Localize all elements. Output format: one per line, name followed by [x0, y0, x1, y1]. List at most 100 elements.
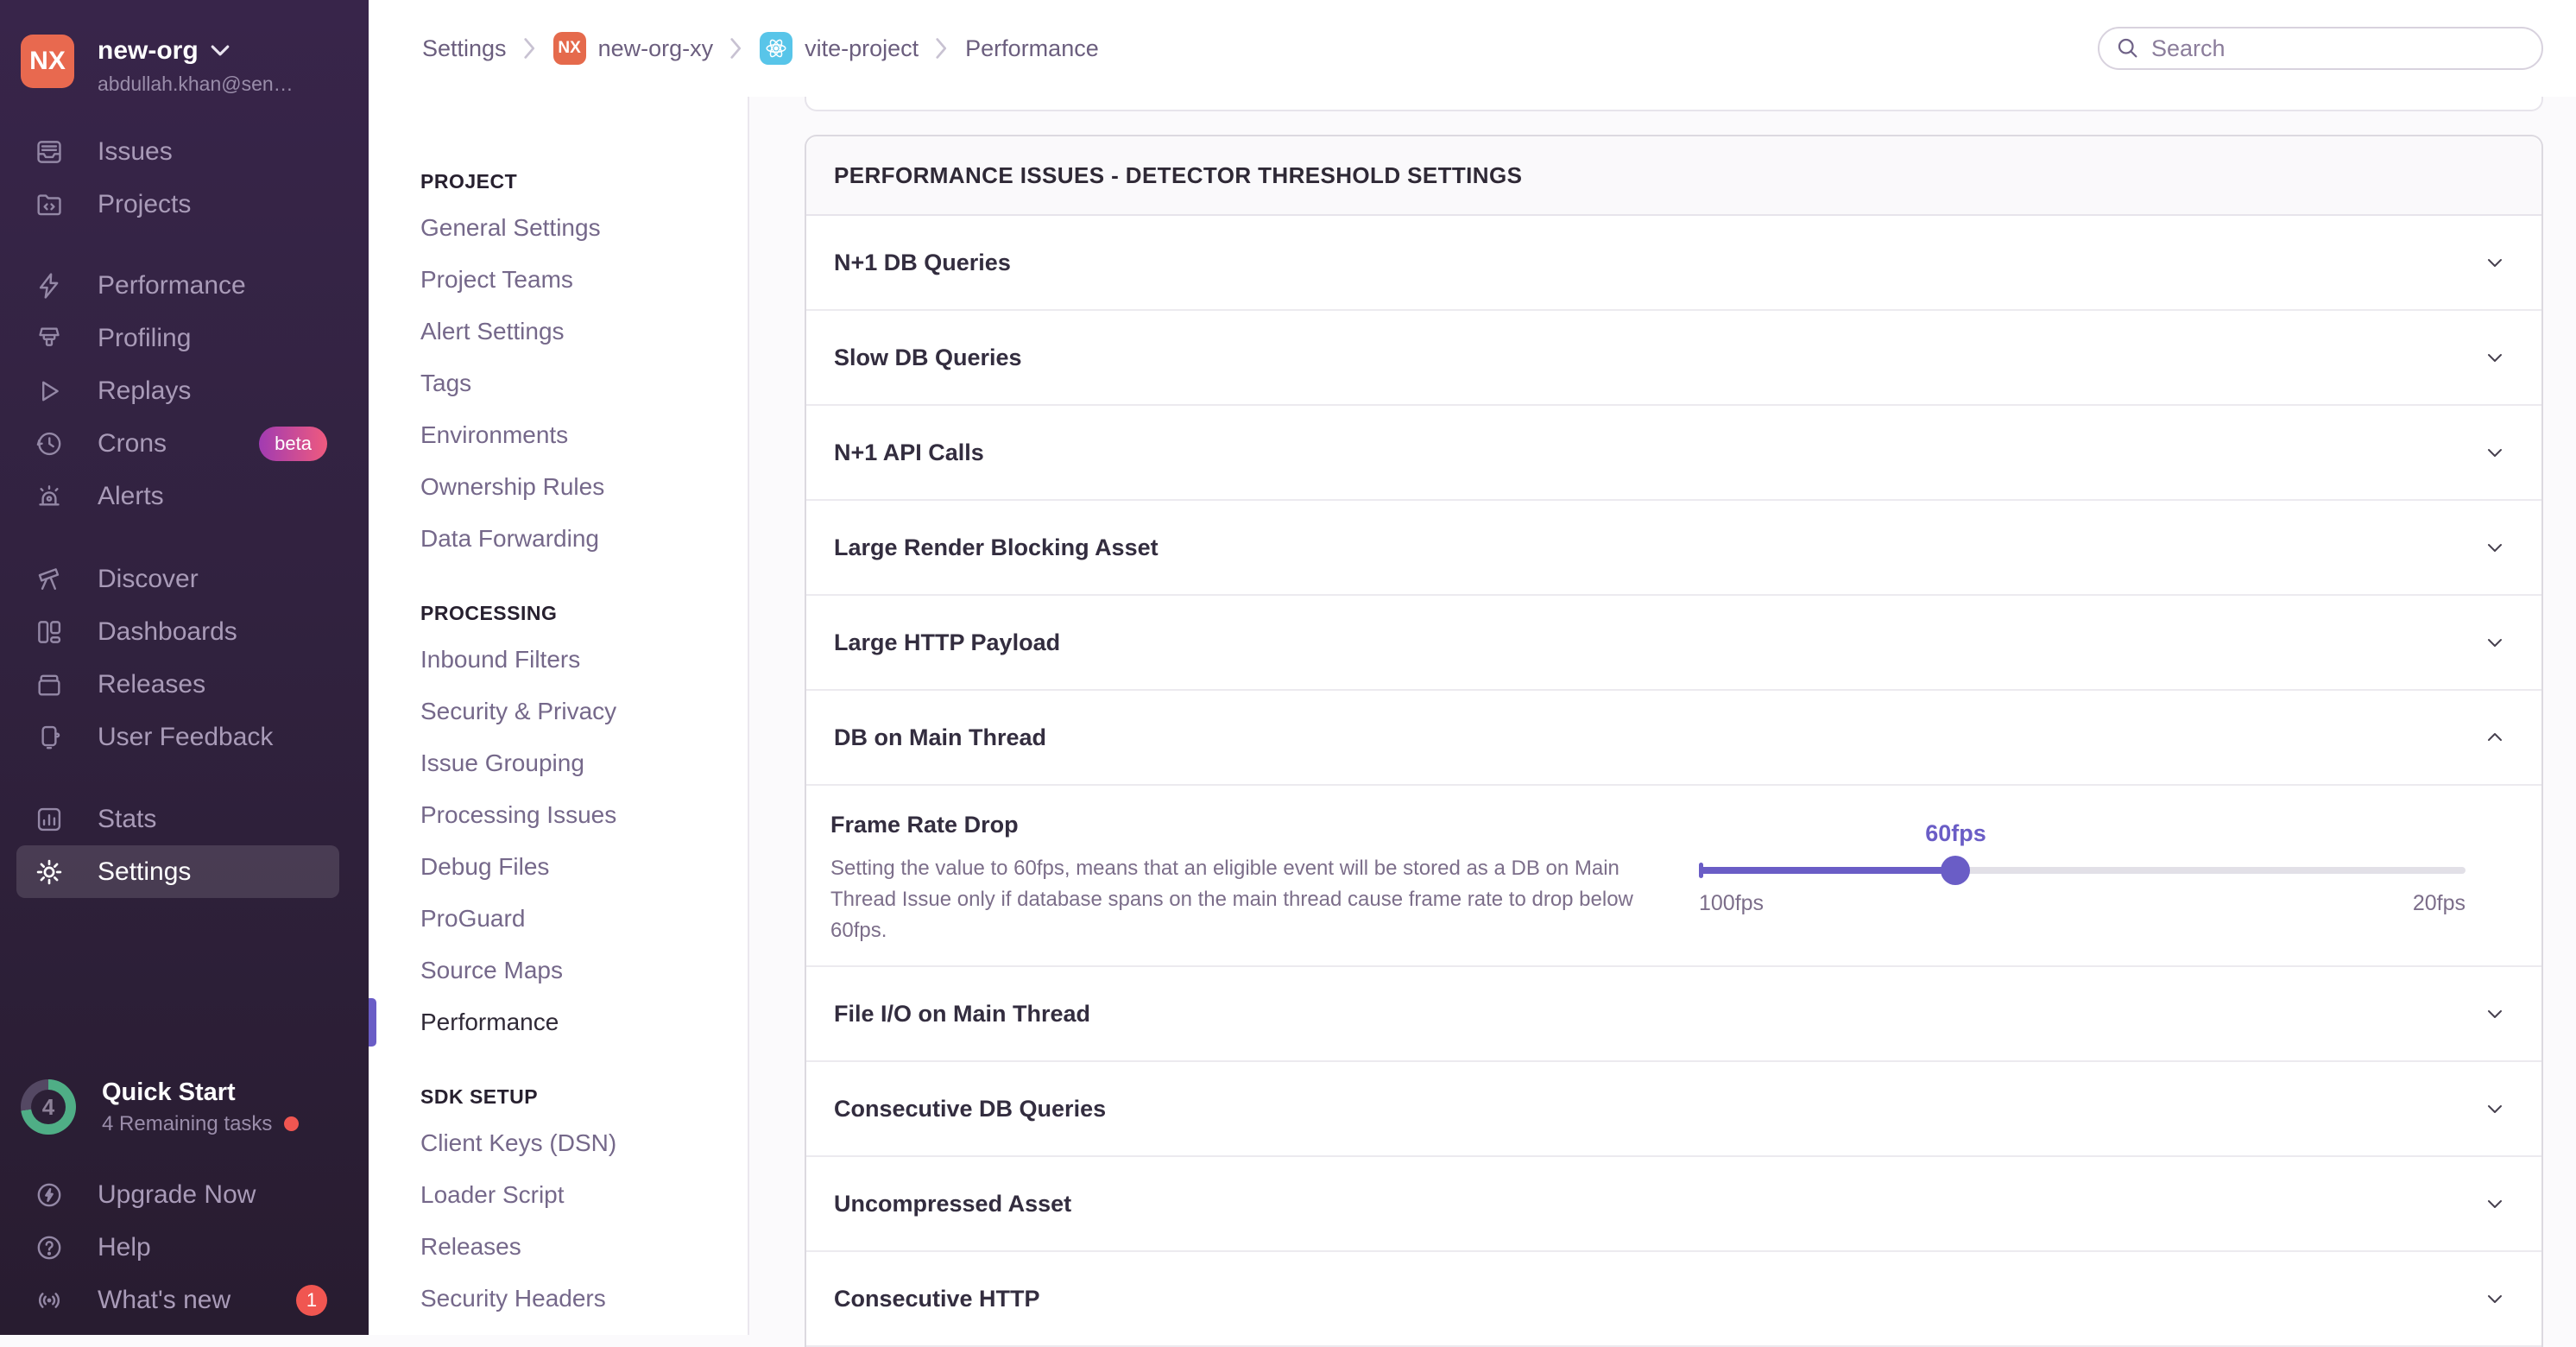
nav-item-releases[interactable]: Releases	[420, 1221, 748, 1273]
sidebar-item-alerts[interactable]: Alerts	[16, 470, 339, 522]
detector-row-large-http-payload[interactable]: Large HTTP Payload	[806, 596, 2541, 691]
nav-item-proguard[interactable]: ProGuard	[420, 893, 748, 945]
nav-item-ownership-rules[interactable]: Ownership Rules	[420, 461, 748, 513]
breadcrumb-org-label: new-org-xy	[598, 35, 714, 62]
chevron-down-icon	[2481, 1000, 2509, 1028]
slider-start-cap	[1699, 863, 1703, 878]
nav-item-loader-script[interactable]: Loader Script	[420, 1169, 748, 1221]
sidebar-item-upgrade-now[interactable]: Upgrade Now	[16, 1168, 339, 1221]
sidebar-item-user-feedback[interactable]: User Feedback	[16, 711, 339, 763]
whats-new-badge: 1	[296, 1285, 327, 1316]
sidebar-item-profiling[interactable]: Profiling	[16, 312, 339, 364]
org-name: new-org	[98, 36, 199, 66]
detector-threshold-panel: PERFORMANCE ISSUES - DETECTOR THRESHOLD …	[805, 135, 2543, 1347]
detector-row-file-io-on-main-thread[interactable]: File I/O on Main Thread	[806, 967, 2541, 1062]
nav-item-security-privacy[interactable]: Security & Privacy	[420, 686, 748, 737]
detector-row-label: N+1 API Calls	[834, 440, 984, 466]
chevron-up-icon	[2481, 724, 2509, 751]
profiling-icon	[32, 324, 66, 353]
broadcast-icon	[32, 1286, 66, 1315]
sidebar-item-replays[interactable]: Replays	[16, 364, 339, 417]
slider-fill	[1699, 867, 1955, 874]
react-project-icon	[760, 32, 792, 65]
sidebar-item-performance[interactable]: Performance	[16, 259, 339, 312]
detector-row-consecutive-db-queries[interactable]: Consecutive DB Queries	[806, 1062, 2541, 1157]
quick-start-panel[interactable]: 4 Quick Start 4 Remaining tasks	[0, 1068, 369, 1146]
detector-row-db-on-main-thread[interactable]: DB on Main Thread	[806, 691, 2541, 786]
nav-item-performance[interactable]: Performance	[420, 996, 748, 1048]
chevron-down-icon	[211, 45, 230, 57]
breadcrumb-performance: Performance	[965, 35, 1099, 62]
slider-thumb[interactable]	[1941, 856, 1970, 885]
quick-start-count: 4	[31, 1090, 66, 1124]
sidebar-item-label: Releases	[98, 670, 205, 699]
sidebar-item-label: Alerts	[98, 482, 164, 511]
slider-track[interactable]	[1699, 867, 2466, 874]
org-switcher[interactable]: NX new-org abdullah.khan@sen…	[0, 0, 369, 93]
sidebar-item-label: Issues	[98, 137, 173, 167]
nav-item-issue-grouping[interactable]: Issue Grouping	[420, 737, 748, 789]
sidebar-item-label: Projects	[98, 190, 191, 219]
sidebar-item-projects[interactable]: Projects	[16, 178, 339, 231]
breadcrumb-settings[interactable]: Settings	[422, 35, 507, 62]
nav-item-project-teams[interactable]: Project Teams	[420, 254, 748, 306]
sidebar-item-issues[interactable]: Issues	[16, 125, 339, 178]
detector-row-consecutive-http[interactable]: Consecutive HTTP	[806, 1252, 2541, 1347]
nav-item-inbound-filters[interactable]: Inbound Filters	[420, 634, 748, 686]
chevron-right-icon	[936, 38, 948, 59]
sidebar-item-settings[interactable]: Settings	[16, 845, 339, 898]
sidebar-item-help[interactable]: Help	[16, 1221, 339, 1274]
slider-value-label: 60fps	[1925, 820, 1986, 847]
sidebar-item-discover[interactable]: Discover	[16, 553, 339, 605]
top-bar: Settings NX new-org-xy vite-project Perf…	[369, 0, 2576, 97]
nav-item-debug-files[interactable]: Debug Files	[420, 841, 748, 893]
nav-item-source-maps[interactable]: Source Maps	[420, 945, 748, 996]
breadcrumb-project[interactable]: vite-project	[760, 32, 919, 65]
nav-item-security-headers[interactable]: Security Headers	[420, 1273, 748, 1325]
scrolled-card-edge	[805, 97, 2543, 111]
detector-row-label: DB on Main Thread	[834, 724, 1046, 751]
slider-min-label: 100fps	[1699, 891, 1764, 916]
nav-item-client-keys[interactable]: Client Keys (DSN)	[420, 1117, 748, 1169]
chevron-down-icon	[2481, 629, 2509, 656]
chevron-down-icon	[2481, 439, 2509, 466]
detector-row-large-render-blocking-asset[interactable]: Large Render Blocking Asset	[806, 501, 2541, 596]
detector-row-label: Large Render Blocking Asset	[834, 534, 1159, 561]
nav-item-alert-settings[interactable]: Alert Settings	[420, 306, 748, 357]
nav-item-general-settings[interactable]: General Settings	[420, 202, 748, 254]
nav-item-processing-issues[interactable]: Processing Issues	[420, 789, 748, 841]
search-input[interactable]	[2151, 35, 2497, 62]
replays-icon	[32, 376, 66, 406]
chevron-right-icon	[730, 38, 742, 59]
detector-row-label: Consecutive HTTP	[834, 1286, 1040, 1312]
sidebar-item-label: Dashboards	[98, 617, 237, 647]
projects-icon	[32, 190, 66, 219]
sidebar-item-label: Performance	[98, 271, 246, 300]
breadcrumb-org[interactable]: NX new-org-xy	[553, 32, 714, 65]
nav-item-tags[interactable]: Tags	[420, 357, 748, 409]
sidebar-item-label: Settings	[98, 857, 191, 887]
active-indicator	[369, 998, 376, 1047]
settings-nav: PROJECT General Settings Project Teams A…	[369, 97, 749, 1335]
sidebar-item-crons[interactable]: Crons beta	[16, 417, 339, 470]
gear-icon	[32, 857, 66, 887]
sidebar-item-dashboards[interactable]: Dashboards	[16, 605, 339, 658]
nav-item-environments[interactable]: Environments	[420, 409, 748, 461]
breadcrumb-project-label: vite-project	[805, 35, 919, 62]
detector-row-n1-db-queries[interactable]: N+1 DB Queries	[806, 216, 2541, 311]
dashboards-icon	[32, 617, 66, 647]
chevron-down-icon	[2481, 1190, 2509, 1217]
issues-icon	[32, 137, 66, 167]
sidebar-item-label: User Feedback	[98, 723, 273, 752]
chevron-down-icon	[2481, 534, 2509, 561]
search-box[interactable]	[2098, 27, 2543, 70]
sidebar-item-whats-new[interactable]: What's new 1	[16, 1274, 339, 1326]
sidebar-item-stats[interactable]: Stats	[16, 793, 339, 845]
upgrade-icon	[32, 1180, 66, 1210]
detector-row-uncompressed-asset[interactable]: Uncompressed Asset	[806, 1157, 2541, 1252]
detector-row-n1-api-calls[interactable]: N+1 API Calls	[806, 406, 2541, 501]
detector-row-slow-db-queries[interactable]: Slow DB Queries	[806, 311, 2541, 406]
sidebar-item-releases[interactable]: Releases	[16, 658, 339, 711]
nav-item-data-forwarding[interactable]: Data Forwarding	[420, 513, 748, 565]
search-icon	[2115, 35, 2141, 61]
